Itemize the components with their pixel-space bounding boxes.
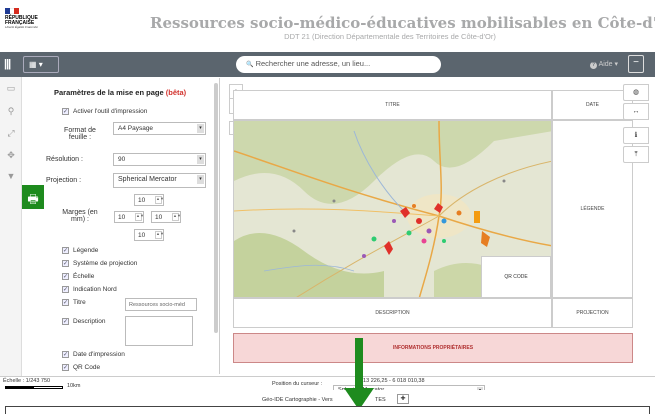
chevron-down-icon: ▾ <box>197 124 204 133</box>
projection-label: Projection : <box>46 177 82 184</box>
help-label: Aide <box>598 61 613 68</box>
preview-qr-box: QR CODE <box>481 256 551 298</box>
chevron-down-icon: ▾ <box>197 175 204 184</box>
scale-bar <box>5 386 63 389</box>
legende-checkbox[interactable]: ✓ Légende <box>62 247 98 254</box>
margin-right-input[interactable]: 10 ▲▼ <box>151 211 181 223</box>
menu-icon[interactable]: ||| <box>4 58 11 70</box>
pin-icon[interactable]: ⚲ <box>5 106 17 118</box>
upload-icon[interactable]: ⤒ <box>623 146 649 163</box>
margin-left-input[interactable]: 10 ▲▼ <box>114 211 144 223</box>
search-placeholder: Rechercher une adresse, un lieu... <box>255 59 371 68</box>
preview-info-box: INFORMATIONS PROPRIÉTAIRES <box>233 333 633 363</box>
search-icon: 🔍 <box>246 62 254 68</box>
title-checkbox[interactable]: ✓ Titre <box>62 299 86 306</box>
projection-select[interactable]: Spherical Mercator ▾ <box>113 173 206 188</box>
activate-print-checkbox[interactable]: ✓ Activer l'outil d'impression <box>62 108 147 115</box>
measure-icon[interactable]: ⤢ <box>5 128 17 140</box>
preview-projection-box: PROJECTION <box>552 298 633 328</box>
margin-top-input[interactable]: 10 ▲▼ <box>134 194 164 206</box>
status-bar: Échelle : 1/243 750 10km Position du cur… <box>0 376 655 390</box>
arrows-icon[interactable]: ↔ <box>623 103 649 120</box>
scale-bar-label: 10km <box>67 383 81 389</box>
resolution-label: Résolution : <box>46 156 83 163</box>
projection-system-checkbox[interactable]: ✓ Système de projection <box>62 260 137 267</box>
margins-label: Marges (en mm) : <box>62 209 98 223</box>
chevron-down-icon: ▾ <box>197 155 204 164</box>
credits-text: Géo-IDE Cartographie - Vers <box>262 397 333 403</box>
top-navbar: ||| ▦ ▾ 🔍 Rechercher une adresse, un lie… <box>0 52 655 77</box>
logo-devise: Liberté Égalité Fraternité <box>5 25 38 29</box>
print-settings-panel: Paramètres de la mise en page (bêta) ✓ Ac… <box>44 78 220 374</box>
description-textarea[interactable] <box>125 316 193 346</box>
description-checkbox[interactable]: ✓ Description <box>62 318 106 325</box>
scale-label: Échelle : 1/243 750 <box>3 378 51 384</box>
move-icon[interactable]: ✥ <box>5 150 17 162</box>
map-icon[interactable]: ▭ <box>5 83 17 95</box>
french-flag-icon <box>5 8 20 14</box>
highlight-arrow <box>355 338 363 390</box>
preview-legend-box: LÉGENDE <box>552 120 633 298</box>
page-title: Ressources socio-médico-éducatives mobil… <box>150 14 655 32</box>
preview-title-box: TITRE <box>233 90 552 120</box>
credits-expand-icon[interactable]: ✚ <box>397 394 409 404</box>
map-selector-button[interactable]: ▦ ▾ <box>23 56 59 73</box>
left-toolbar: ▭ ⚲ ⤢ ✥ ▼ <box>0 77 22 377</box>
globe-icon[interactable]: ◍ <box>623 84 649 101</box>
filter-icon[interactable]: ▼ <box>5 171 17 183</box>
help-icon: ? <box>590 62 597 69</box>
bottom-frame <box>5 406 650 414</box>
app-header: RÉPUBLIQUE FRANÇAISE Liberté Égalité Fra… <box>0 0 655 50</box>
panel-title: Paramètres de la mise en page (bêta) <box>54 88 187 97</box>
cursor-value: 613 226,25 - 6 018 010,38 <box>360 378 425 384</box>
preview-date-box: DATE <box>552 90 633 120</box>
scale-checkbox[interactable]: ✓ Échelle <box>62 273 94 280</box>
beta-badge: (bêta) <box>165 88 187 97</box>
print-date-checkbox[interactable]: ✓ Date d'impression <box>62 351 125 358</box>
margin-bottom-input[interactable]: 10 ▲▼ <box>134 229 164 241</box>
format-select[interactable]: A4 Paysage ▾ <box>113 122 206 135</box>
collapse-icon[interactable]: − <box>628 55 644 73</box>
qr-code-checkbox[interactable]: ✓ QR Code <box>62 364 100 371</box>
cursor-label: Position du curseur : <box>272 381 323 387</box>
republique-francaise-logo: RÉPUBLIQUE FRANÇAISE Liberté Égalité Fra… <box>5 8 45 44</box>
print-icon[interactable]: 🖶 <box>22 185 44 209</box>
search-input[interactable]: 🔍 Rechercher une adresse, un lieu... <box>236 56 441 73</box>
preview-description-box: DESCRIPTION <box>233 298 552 328</box>
credits-text-end: TES <box>375 397 386 403</box>
format-label: Format de feuille : <box>64 127 96 141</box>
title-input[interactable]: Ressources socio-méd <box>125 298 197 311</box>
panel-scrollbar[interactable] <box>214 83 218 333</box>
page-subtitle: DDT 21 (Direction Départementale des Ter… <box>284 32 496 41</box>
info-icon[interactable]: ℹ <box>623 127 649 144</box>
north-checkbox[interactable]: ✓ Indication Nord <box>62 286 117 293</box>
help-button[interactable]: ? Aide ▾ <box>590 60 618 69</box>
resolution-select[interactable]: 90 ▾ <box>113 153 206 166</box>
